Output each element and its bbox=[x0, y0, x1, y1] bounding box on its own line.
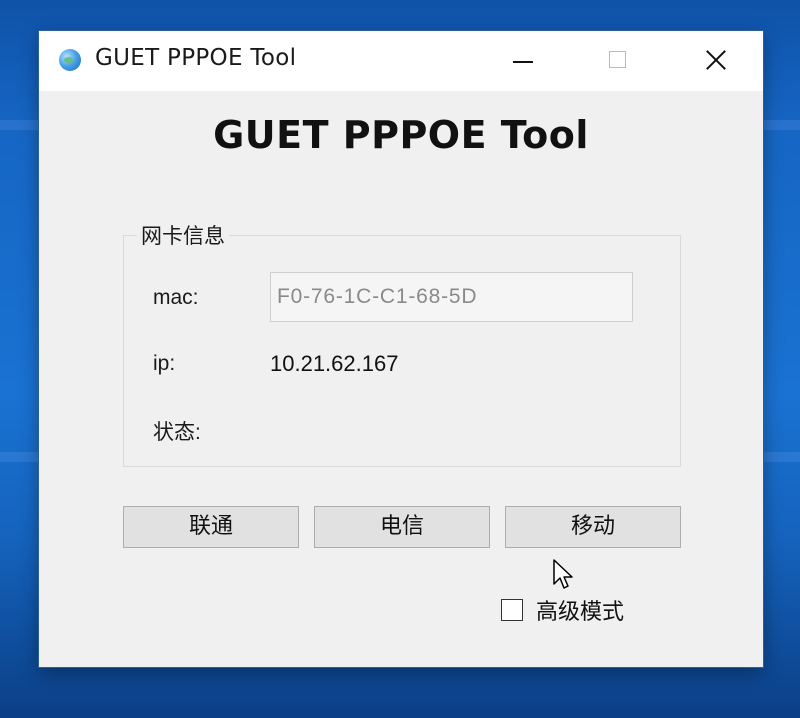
telecom-button[interactable]: 电信 bbox=[314, 506, 490, 548]
maximize-icon bbox=[609, 51, 626, 68]
mac-label: mac: bbox=[153, 286, 199, 309]
ip-label: ip: bbox=[153, 352, 176, 375]
app-heading: GUET PPPOE Tool bbox=[213, 113, 589, 157]
app-window: GUET PPPOE Tool GUET PPPOE Tool 网卡信息 mac… bbox=[39, 31, 763, 667]
title-bar[interactable]: GUET PPPOE Tool bbox=[39, 31, 763, 91]
app-globe-icon bbox=[59, 49, 81, 71]
status-label: 状态: bbox=[153, 421, 201, 444]
minimize-icon bbox=[513, 61, 533, 63]
advanced-mode-checkbox[interactable] bbox=[501, 599, 523, 621]
ip-value: 10.21.62.167 bbox=[270, 351, 399, 376]
advanced-mode-label[interactable]: 高级模式 bbox=[536, 594, 624, 626]
unicom-button[interactable]: 联通 bbox=[123, 506, 299, 548]
nic-info-groupbox bbox=[123, 235, 681, 467]
mac-field[interactable] bbox=[270, 272, 633, 322]
minimize-button[interactable] bbox=[475, 31, 571, 91]
close-icon bbox=[705, 49, 727, 71]
close-button[interactable] bbox=[667, 31, 763, 91]
mouse-cursor-icon bbox=[553, 559, 573, 589]
window-title: GUET PPPOE Tool bbox=[95, 45, 297, 71]
maximize-button[interactable] bbox=[571, 31, 667, 91]
mobile-button[interactable]: 移动 bbox=[505, 506, 681, 548]
nic-info-legend: 网卡信息 bbox=[137, 220, 229, 250]
